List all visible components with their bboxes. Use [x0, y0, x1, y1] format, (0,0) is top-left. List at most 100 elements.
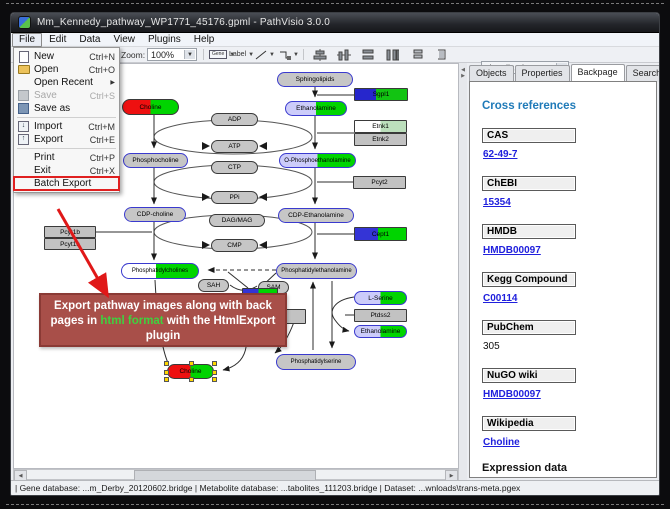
- xref-link[interactable]: 15354: [483, 197, 511, 208]
- menu-data[interactable]: Data: [73, 34, 106, 46]
- pathway-node-sah[interactable]: SAH: [198, 279, 229, 292]
- chevron-down-icon[interactable]: ▼: [269, 52, 275, 58]
- pathway-node-pcyt2[interactable]: Pcyt2: [353, 176, 406, 189]
- selection-handle[interactable]: [164, 361, 169, 366]
- stack-vertical-button[interactable]: [409, 48, 427, 61]
- align-center-x-icon: [313, 49, 327, 61]
- selection-handle[interactable]: [212, 361, 217, 366]
- menu-item-label: Export: [34, 134, 90, 145]
- file-menu-item-import[interactable]: ↓ImportCtrl+M: [14, 120, 119, 133]
- side-panel: ObjectsPropertiesBackpageSearchLegend Cr…: [467, 63, 659, 480]
- chevron-down-icon[interactable]: ▼: [293, 52, 299, 58]
- set-common-height-button[interactable]: [383, 48, 401, 61]
- side-panel-tabs: ObjectsPropertiesBackpageSearchLegend: [469, 65, 660, 81]
- connector-tool-button[interactable]: ▼: [277, 48, 301, 61]
- pathway-node-ethanolamine[interactable]: Ethanolamine: [285, 101, 347, 116]
- import-icon: ↓: [17, 122, 30, 132]
- pathway-node-etnk1[interactable]: Etnk1: [354, 120, 407, 133]
- xref-link[interactable]: HMDB00097: [483, 245, 541, 256]
- menu-bar: FileEditDataViewPluginsHelp: [11, 33, 659, 47]
- canvas-horizontal-scrollbar[interactable]: ◀ ▶: [13, 469, 459, 480]
- pathway-node-o-phosphoethanolamine[interactable]: O-Phosphoethanolamine: [279, 153, 356, 168]
- chevron-down-icon[interactable]: ▼: [184, 50, 195, 59]
- selection-handle[interactable]: [164, 370, 169, 375]
- pathway-node-choline[interactable]: Choline: [122, 99, 179, 115]
- menu-item-label: Open: [34, 64, 89, 75]
- zoom-combobox[interactable]: 100%▼: [147, 48, 197, 61]
- align-center-x-button[interactable]: [311, 48, 329, 61]
- xref-link[interactable]: 62-49-7: [483, 149, 517, 160]
- xref-source-title: Wikipedia: [482, 416, 576, 431]
- pathway-node-cdp-choline[interactable]: CDP-choline: [124, 207, 186, 222]
- xref-value-row: 15354: [483, 197, 656, 208]
- selection-handle[interactable]: [189, 361, 194, 366]
- tab-properties[interactable]: Properties: [515, 65, 570, 82]
- pathvisio-logo-icon: [18, 16, 31, 29]
- pathway-node-phosphatidylcholines[interactable]: Phosphatidylcholines: [121, 263, 199, 279]
- file-menu-item-new[interactable]: NewCtrl+N: [14, 50, 119, 63]
- file-menu-item-export[interactable]: ↑ExportCtrl+E: [14, 133, 119, 146]
- no-icon: [17, 153, 30, 163]
- menu-item-label: Import: [34, 121, 88, 132]
- app-window: Mm_Kennedy_pathway_WP1771_45176.gpml - P…: [10, 12, 660, 496]
- pathway-node-cdp-ethanolamine[interactable]: CDP-Ethanolamine: [278, 208, 354, 223]
- set-common-width-button[interactable]: [359, 48, 377, 61]
- save-icon: [17, 91, 30, 101]
- common-width-icon: [361, 49, 375, 61]
- xref-text: 305: [483, 341, 500, 352]
- pathway-node-ctp[interactable]: CTP: [211, 161, 258, 174]
- pathway-node-atp[interactable]: ATP: [211, 140, 258, 153]
- pathway-node-pcyt1b[interactable]: Pcyt1b: [44, 226, 96, 238]
- menu-item-label: Save as: [34, 103, 115, 114]
- selection-handle[interactable]: [189, 377, 194, 382]
- menu-view[interactable]: View: [107, 34, 141, 46]
- pathway-node-phosphatidylethanolamine[interactable]: Phosphatidylethanolamine: [276, 263, 357, 279]
- selection-handle[interactable]: [212, 377, 217, 382]
- common-height-icon: [385, 49, 399, 61]
- menu-edit[interactable]: Edit: [43, 34, 72, 46]
- xref-link[interactable]: C00114: [483, 293, 517, 304]
- line-tool-button[interactable]: ▼: [253, 48, 277, 61]
- pathway-node-cept1[interactable]: Cept1: [354, 227, 407, 241]
- file-menu-item-save-as[interactable]: Save as: [14, 102, 119, 115]
- zoom-label: Zoom:: [121, 50, 145, 60]
- menu-shortcut: Ctrl+O: [89, 65, 115, 75]
- pathway-node-etnk2[interactable]: Etnk2: [354, 133, 407, 146]
- expression-data-heading: Expression data: [482, 462, 656, 474]
- connector-icon: [279, 50, 291, 60]
- align-center-y-button[interactable]: [335, 48, 353, 61]
- pathway-node-ppi[interactable]: PPi: [211, 191, 258, 204]
- pathway-node-phosphocholine[interactable]: Phosphocholine: [123, 153, 188, 168]
- xref-value-row: C00114: [483, 293, 656, 304]
- tab-objects[interactable]: Objects: [469, 65, 514, 82]
- file-menu-item-save[interactable]: SaveCtrl+S: [14, 89, 119, 102]
- pathway-node-phosphatidylserine[interactable]: Phosphatidylserine: [276, 354, 356, 370]
- menu-file[interactable]: File: [12, 33, 42, 47]
- pathway-node-ethanolamine[interactable]: Ethanolamine: [354, 325, 407, 338]
- menu-plugins[interactable]: Plugins: [142, 34, 187, 46]
- selection-handle[interactable]: [212, 370, 217, 375]
- stack-horizontal-button[interactable]: [433, 48, 451, 61]
- label-tool-button[interactable]: Label▼: [227, 48, 256, 61]
- menu-shortcut: Ctrl+P: [90, 153, 115, 163]
- pathway-node-pcyt1a[interactable]: Pcyt1a: [44, 238, 96, 250]
- file-menu-item-exit[interactable]: ExitCtrl+X: [14, 164, 119, 177]
- pathway-node-cmp[interactable]: CMP: [211, 239, 258, 252]
- panel-splitter[interactable]: ◀▶: [459, 63, 467, 480]
- annotation-text-after: with the HtmlExport plugin: [146, 315, 276, 342]
- pathway-node-sphingolipids[interactable]: Sphingolipids: [277, 72, 353, 87]
- pathway-node-sgpl1[interactable]: Sgpl1: [354, 88, 408, 101]
- file-menu-item-batch-export[interactable]: Batch Export: [14, 177, 119, 190]
- file-menu-item-open-recent[interactable]: Open Recent▶: [14, 76, 119, 89]
- pathway-node-dag-mag[interactable]: DAG/MAG: [209, 214, 265, 227]
- xref-link[interactable]: HMDB00097: [483, 389, 541, 400]
- file-menu-item-print[interactable]: PrintCtrl+P: [14, 151, 119, 164]
- menu-help[interactable]: Help: [188, 34, 221, 46]
- pathway-node-ptdss2[interactable]: Ptdss2: [354, 309, 407, 322]
- pathway-node-adp[interactable]: ADP: [211, 113, 258, 126]
- file-menu-item-open[interactable]: OpenCtrl+O: [14, 63, 119, 76]
- pathway-node-l-serine[interactable]: L-Serine: [354, 291, 407, 305]
- selection-handle[interactable]: [164, 377, 169, 382]
- xref-link[interactable]: Choline: [483, 437, 520, 448]
- tab-search[interactable]: Search: [626, 65, 660, 82]
